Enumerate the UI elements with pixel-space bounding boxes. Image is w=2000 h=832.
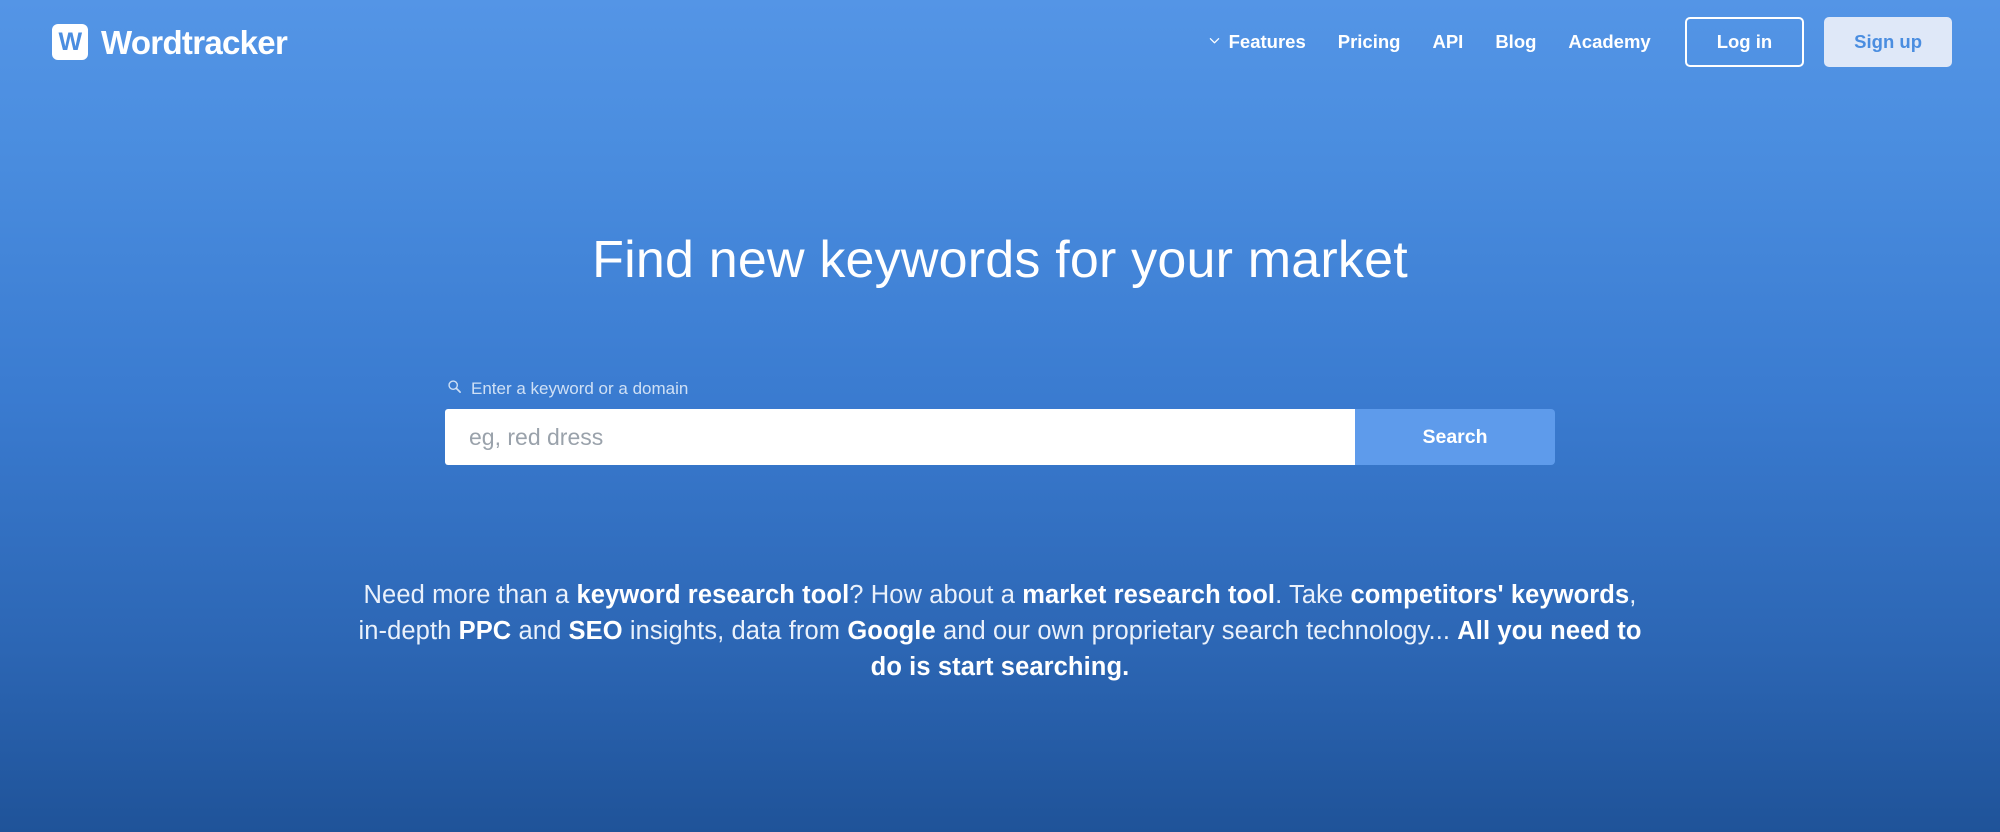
search-icon bbox=[447, 379, 462, 397]
nav-item-features[interactable]: Features bbox=[1193, 23, 1322, 62]
nav-item-blog-label: Blog bbox=[1495, 30, 1537, 52]
nav-item-api[interactable]: API bbox=[1416, 23, 1479, 62]
signup-button[interactable]: Sign up bbox=[1824, 16, 1952, 68]
search-bar: Search bbox=[445, 409, 1555, 465]
nav-item-academy[interactable]: Academy bbox=[1552, 23, 1666, 62]
search-block: Enter a keyword or a domain Search bbox=[445, 379, 1555, 465]
hero-description-text: ? How about a bbox=[849, 581, 1023, 609]
login-button[interactable]: Log in bbox=[1684, 16, 1805, 68]
nav-item-api-label: API bbox=[1432, 30, 1464, 52]
main-navigation: Features Pricing API Blog Academy Log in… bbox=[1193, 16, 1952, 68]
hero-description: Need more than a keyword research tool? … bbox=[350, 577, 1650, 686]
site-header: W Wordtracker Features Pricing API Blog … bbox=[0, 0, 2000, 84]
hero-description-text: . Take bbox=[1275, 581, 1351, 609]
page-title: Find new keywords for your market bbox=[592, 231, 1408, 289]
hero-description-text: insights, data from bbox=[622, 617, 848, 646]
search-button[interactable]: Search bbox=[1355, 409, 1555, 465]
hero-description-emphasis: Google bbox=[847, 617, 936, 646]
brand-mark-letter: W bbox=[58, 27, 82, 56]
nav-item-features-label: Features bbox=[1228, 30, 1306, 52]
hero-description-emphasis: PPC bbox=[458, 617, 512, 646]
search-input[interactable] bbox=[445, 409, 1355, 465]
search-label-text: Enter a keyword or a domain bbox=[471, 378, 689, 398]
wordtracker-logo-icon: W bbox=[52, 24, 88, 60]
nav-item-pricing[interactable]: Pricing bbox=[1322, 23, 1417, 62]
hero-description-emphasis: keyword research tool bbox=[576, 581, 850, 609]
chevron-down-icon bbox=[1209, 35, 1220, 46]
hero-description-emphasis: SEO bbox=[568, 617, 623, 646]
hero-description-text: Need more than a bbox=[363, 581, 577, 609]
nav-item-academy-label: Academy bbox=[1568, 30, 1651, 52]
hero-description-text: and bbox=[511, 617, 569, 646]
hero-section: Find new keywords for your market Enter … bbox=[0, 234, 2000, 686]
hero-description-emphasis: competitors' keywords bbox=[1350, 581, 1630, 609]
nav-item-pricing-label: Pricing bbox=[1337, 30, 1401, 52]
brand-logo[interactable]: W Wordtracker bbox=[52, 23, 288, 61]
hero-description-emphasis: market research tool bbox=[1022, 581, 1276, 609]
hero-description-text: and our own proprietary search technolog… bbox=[935, 617, 1458, 646]
search-label-row: Enter a keyword or a domain bbox=[445, 379, 1555, 397]
brand-name: Wordtracker bbox=[101, 23, 288, 61]
nav-item-blog[interactable]: Blog bbox=[1479, 23, 1552, 62]
